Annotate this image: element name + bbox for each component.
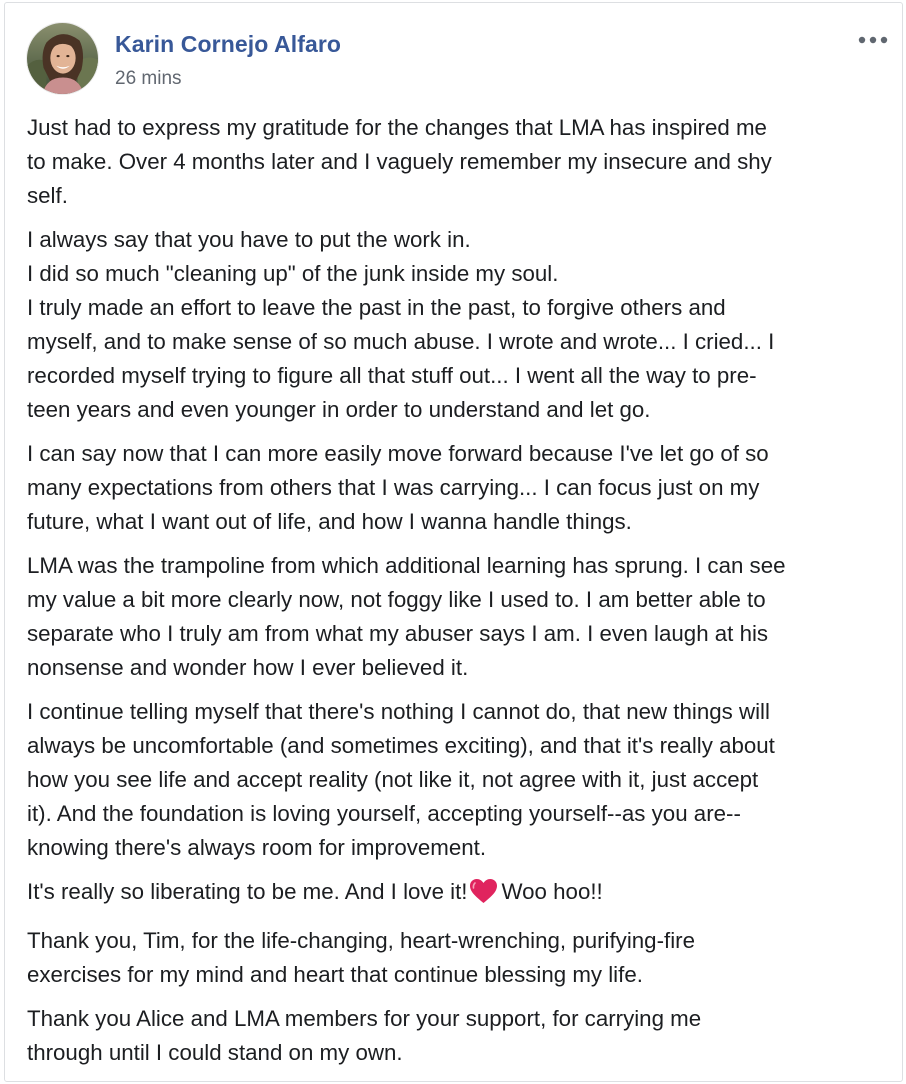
post-line: recorded myself trying to figure all tha… (27, 363, 757, 388)
post-line: self. (27, 183, 68, 208)
post-line: I truly made an effort to leave the past… (27, 295, 726, 320)
post-line: my value a bit more clearly now, not fog… (27, 587, 766, 612)
post-line: myself, and to make sense of so much abu… (27, 329, 775, 354)
post-line: to make. Over 4 months later and I vague… (27, 149, 772, 174)
post-line: exercises for my mind and heart that con… (27, 962, 643, 987)
post-line: knowing there's always room for improvem… (27, 835, 487, 860)
post-line: how you see life and accept reality (not… (27, 767, 759, 792)
post-line: Just had to express my gratitude for the… (27, 115, 767, 140)
post-line: It's really so liberating to be me. And … (27, 879, 468, 904)
post-paragraph: Just had to express my gratitude for the… (27, 111, 877, 213)
post-line: I always say that you have to put the wo… (27, 227, 471, 252)
post-line: I can say now that I can more easily mov… (27, 441, 769, 466)
author-name[interactable]: Karin Cornejo Alfaro (115, 31, 341, 58)
post-body: Just had to express my gratitude for the… (27, 111, 877, 1080)
more-options-button[interactable] (856, 27, 890, 53)
post-timestamp[interactable]: 26 mins (115, 68, 182, 90)
post-line: it). And the foundation is loving yourse… (27, 801, 741, 826)
post-paragraph: LMA was the trampoline from which additi… (27, 549, 877, 685)
post-line: teen years and even younger in order to … (27, 397, 651, 422)
post-line: separate who I truly am from what my abu… (27, 621, 769, 646)
post-paragraph: I continue telling myself that there's n… (27, 695, 877, 865)
post-paragraph: Thank you Alice and LMA members for your… (27, 1002, 877, 1070)
post-line: I did so much "cleaning up" of the junk … (27, 261, 559, 286)
profile-photo-icon (27, 23, 98, 94)
post-line: nonsense and wonder how I ever believed … (27, 655, 469, 680)
post-paragraph: I always say that you have to put the wo… (27, 223, 877, 427)
post-line: Thank you, Tim, for the life-changing, h… (27, 928, 695, 953)
post-paragraph: Thank you, Tim, for the life-changing, h… (27, 924, 877, 992)
post-card: Karin Cornejo Alfaro 26 mins Just had to… (4, 2, 903, 1082)
author-avatar[interactable] (26, 22, 99, 95)
post-header: Karin Cornejo Alfaro 26 mins (5, 3, 902, 113)
post-line: many expectations from others that I was… (27, 475, 760, 500)
post-line: Thank you Alice and LMA members for your… (27, 1006, 702, 1031)
post-line: through until I could stand on my own. (27, 1040, 403, 1065)
post-line: future, what I want out of life, and how… (27, 509, 632, 534)
red-heart-emoji-icon (469, 878, 498, 914)
post-line: I continue telling myself that there's n… (27, 699, 770, 724)
post-line: Woo hoo!! (501, 879, 603, 904)
post-line: always be uncomfortable (and sometimes e… (27, 733, 775, 758)
post-paragraph: I can say now that I can more easily mov… (27, 437, 877, 539)
post-paragraph: It's really so liberating to be me. And … (27, 875, 877, 914)
ellipsis-icon (858, 36, 888, 44)
post-line: LMA was the trampoline from which additi… (27, 553, 786, 578)
